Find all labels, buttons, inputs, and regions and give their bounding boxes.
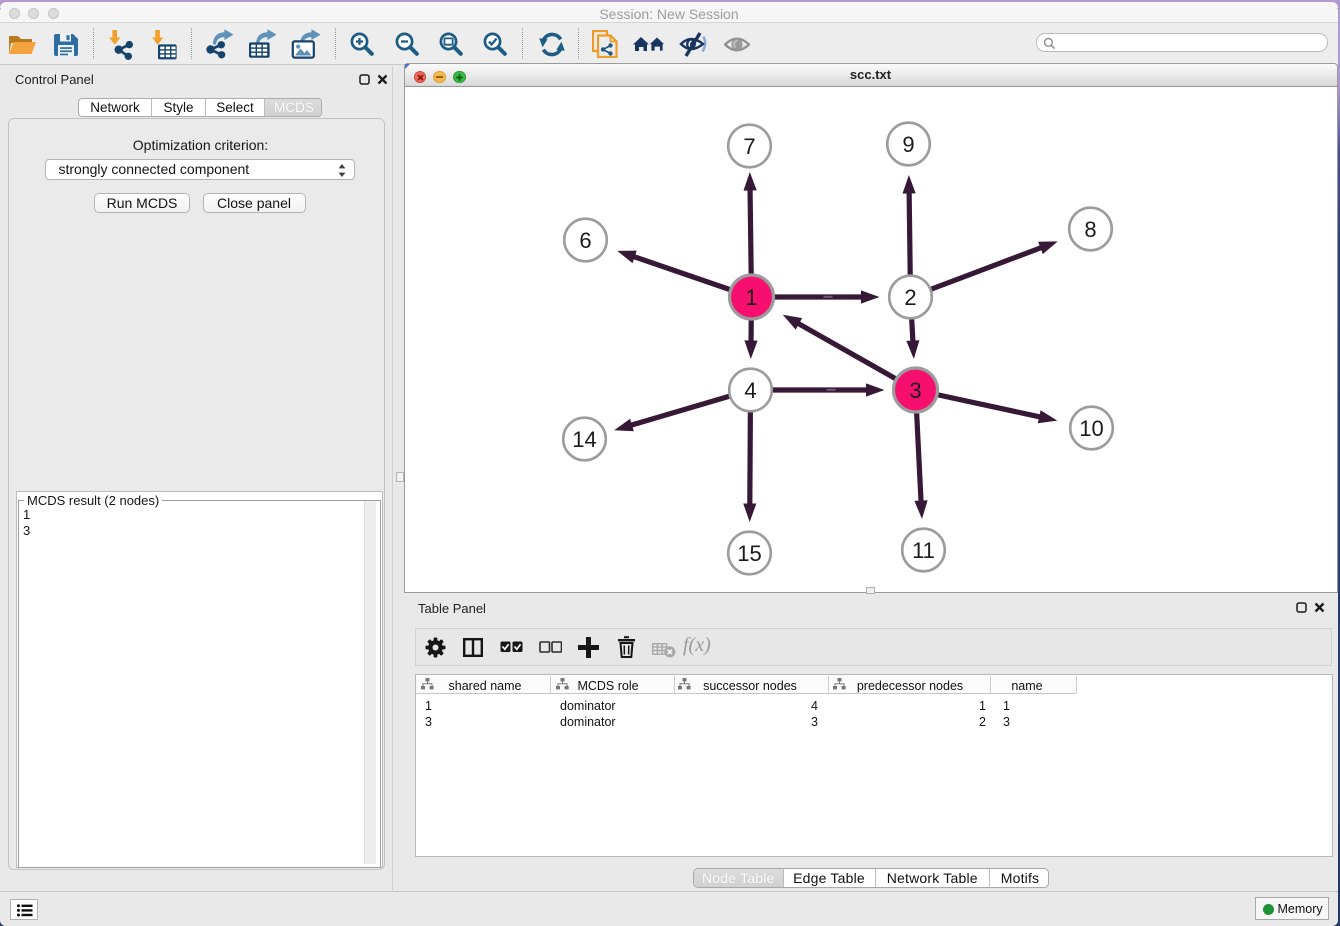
- svg-text:3: 3: [909, 378, 921, 403]
- svg-text:1: 1: [745, 285, 757, 310]
- svg-text:15: 15: [737, 541, 761, 566]
- svg-text:6: 6: [579, 228, 591, 253]
- svg-text:11: 11: [912, 538, 935, 563]
- svg-text:2: 2: [904, 285, 916, 310]
- svg-text:10: 10: [1079, 416, 1103, 441]
- svg-text:8: 8: [1084, 217, 1096, 242]
- svg-text:7: 7: [743, 134, 755, 159]
- svg-text:14: 14: [572, 427, 596, 452]
- svg-text:9: 9: [902, 132, 914, 157]
- svg-text:4: 4: [744, 378, 756, 403]
